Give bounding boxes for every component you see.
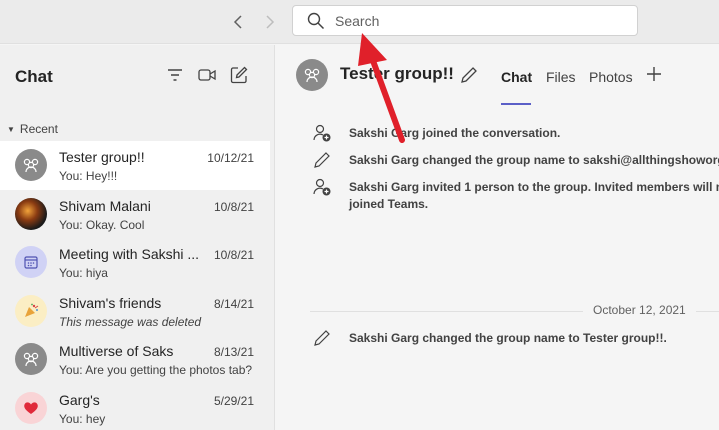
chat-name: Tester group!! bbox=[59, 149, 145, 165]
sidebar-title: Chat bbox=[15, 67, 53, 86]
system-message-text: Sakshi Garg changed the group name to Te… bbox=[349, 331, 667, 345]
caret-down-icon: ▼ bbox=[7, 124, 15, 134]
date-divider-label: October 12, 2021 bbox=[583, 303, 696, 317]
pencil-icon[interactable] bbox=[460, 66, 478, 84]
chat-item-multiverse[interactable]: Multiverse of Saks 8/13/21 You: Are you … bbox=[0, 335, 270, 384]
filter-button[interactable] bbox=[165, 65, 185, 85]
system-message-line: joined Teams. bbox=[349, 197, 429, 211]
title-bar bbox=[0, 0, 719, 44]
chat-item-tester-group[interactable]: Tester group!! 10/12/21 You: Hey!!! bbox=[0, 141, 270, 190]
forward-button[interactable] bbox=[260, 12, 280, 32]
search-input[interactable] bbox=[335, 12, 615, 29]
tab-files[interactable]: Files bbox=[546, 69, 576, 85]
chat-name: Multiverse of Saks bbox=[59, 343, 174, 359]
chat-date: 8/14/21 bbox=[213, 296, 254, 311]
group-icon bbox=[296, 59, 328, 91]
chat-preview: You: Are you getting the photos tab? bbox=[59, 363, 253, 377]
chat-title: Tester group!! bbox=[340, 64, 454, 83]
chat-date: 10/8/21 bbox=[213, 248, 254, 262]
chat-date: 10/8/21 bbox=[213, 199, 254, 214]
video-call-button[interactable] bbox=[197, 65, 217, 85]
chat-name: Shivam Malani bbox=[59, 197, 151, 214]
chat-date: 5/29/21 bbox=[213, 393, 254, 408]
video-call-icon bbox=[198, 69, 216, 81]
chat-preview: This message was deleted bbox=[59, 314, 202, 329]
chat-name: Shivam's friends bbox=[59, 294, 162, 311]
active-tab-indicator bbox=[501, 103, 531, 105]
search-icon bbox=[307, 12, 325, 29]
chat-date: 8/13/21 bbox=[213, 345, 254, 359]
chat-sidebar: Chat ▼ Recent Tester group!! 10/12/21 Yo… bbox=[0, 45, 275, 430]
pencil-icon bbox=[314, 152, 330, 168]
chevron-right-icon bbox=[266, 15, 275, 29]
chevron-left-icon bbox=[233, 15, 242, 29]
party-popper-icon bbox=[15, 294, 47, 327]
new-chat-icon bbox=[230, 66, 248, 84]
search-box[interactable] bbox=[292, 5, 638, 36]
recent-section-header[interactable]: ▼ Recent bbox=[7, 122, 58, 136]
heart-icon bbox=[15, 391, 47, 424]
chat-item-meeting[interactable]: Meeting with Sakshi ... 10/8/21 You: hiy… bbox=[0, 238, 270, 287]
system-message-text: Sakshi Garg invited 1 person to the grou… bbox=[349, 179, 719, 213]
chat-name: Garg's bbox=[59, 391, 100, 408]
back-button[interactable] bbox=[228, 12, 248, 32]
avatar-photo bbox=[15, 197, 47, 230]
chat-item-shivam-malani[interactable]: Shivam Malani 10/8/21 You: Okay. Cool bbox=[0, 190, 270, 239]
chat-preview: You: Hey!!! bbox=[59, 169, 118, 183]
system-message-text: Sakshi Garg joined the conversation. bbox=[349, 126, 561, 140]
chat-main: Tester group!! Chat Files Photos Sakshi … bbox=[276, 45, 719, 430]
group-icon bbox=[15, 149, 47, 181]
chat-list: Tester group!! 10/12/21 You: Hey!!! Shiv… bbox=[0, 141, 270, 430]
chat-item-gargs[interactable]: Garg's 5/29/21 You: hey bbox=[0, 384, 270, 430]
chat-date: 10/12/21 bbox=[207, 151, 254, 165]
chat-preview: You: hiya bbox=[59, 266, 108, 280]
tab-chat[interactable]: Chat bbox=[501, 69, 532, 85]
recent-label: Recent bbox=[19, 122, 58, 136]
tab-photos[interactable]: Photos bbox=[589, 69, 633, 85]
new-chat-button[interactable] bbox=[229, 65, 249, 85]
calendar-icon bbox=[15, 246, 47, 278]
add-tab-icon[interactable] bbox=[645, 65, 663, 83]
chat-preview: You: hey bbox=[59, 411, 106, 426]
system-message-line: Sakshi Garg invited 1 person to the grou… bbox=[349, 180, 719, 194]
person-add-icon bbox=[313, 178, 331, 196]
pencil-icon bbox=[314, 330, 330, 346]
group-icon bbox=[15, 343, 47, 375]
chat-name: Meeting with Sakshi ... bbox=[59, 246, 200, 262]
chat-item-shivams-friends[interactable]: Shivam's friends 8/14/21 This message wa… bbox=[0, 287, 270, 336]
person-add-icon bbox=[313, 124, 331, 142]
system-message-text: Sakshi Garg changed the group name to sa… bbox=[349, 153, 719, 167]
filter-icon bbox=[168, 69, 182, 81]
chat-preview: You: Okay. Cool bbox=[59, 217, 145, 232]
